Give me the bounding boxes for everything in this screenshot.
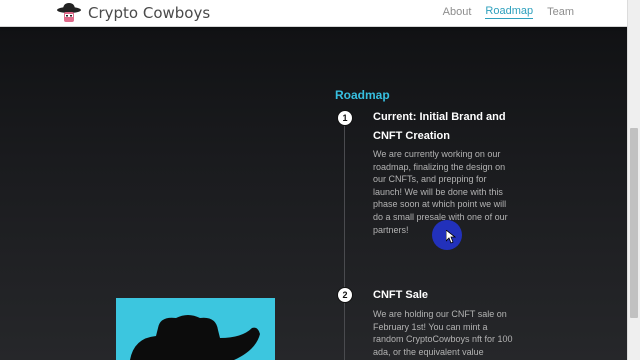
cowboy-art-image — [116, 298, 275, 360]
step-number-2: 2 — [337, 287, 353, 303]
top-navbar: Crypto Cowboys About Roadmap Team — [0, 0, 628, 27]
mouse-pointer-icon — [446, 230, 456, 244]
brand[interactable]: Crypto Cowboys — [56, 0, 210, 26]
nav-link-team[interactable]: Team — [547, 6, 574, 19]
step-number-1: 1 — [337, 110, 353, 126]
roadmap-section-title: Roadmap — [335, 88, 390, 102]
page-scrollbar[interactable] — [627, 0, 640, 360]
step-body-2: We are holding our CNFT sale on February… — [373, 309, 513, 357]
timeline-line — [344, 118, 345, 360]
nav-link-about[interactable]: About — [443, 6, 472, 19]
step-title-1: Current: Initial Brand and CNFT Creation — [373, 111, 506, 142]
scrollbar-thumb[interactable] — [630, 128, 638, 318]
step-title-2: CNFT Sale — [373, 289, 429, 301]
brand-name: Crypto Cowboys — [88, 4, 211, 22]
nav-links: About Roadmap Team — [443, 0, 574, 24]
cowboy-hat-logo-icon — [57, 3, 81, 22]
cowboy-hat-silhouette-icon — [130, 315, 260, 360]
nav-link-roadmap[interactable]: Roadmap — [485, 5, 534, 19]
